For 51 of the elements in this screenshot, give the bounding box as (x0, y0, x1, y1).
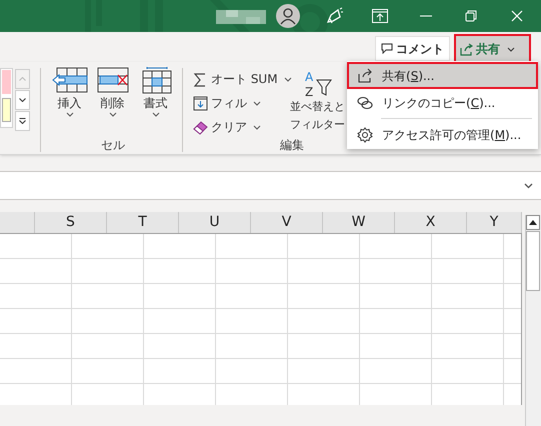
delete-cells-button[interactable]: 削除 (93, 67, 132, 117)
chevron-down-icon (108, 112, 116, 117)
sort-filter-button[interactable]: A Z 並べ替えと フィルター (290, 70, 345, 134)
chevron-down-icon (19, 98, 26, 102)
column-header[interactable]: S (35, 212, 107, 233)
column-header[interactable]: W (323, 212, 395, 233)
sigma-icon (193, 72, 208, 86)
chevron-down-icon (284, 76, 292, 82)
triangle-up-icon (529, 220, 537, 225)
share-icon (460, 42, 473, 56)
comment-button[interactable]: コメント (375, 36, 450, 61)
blurred-name-icon (216, 10, 266, 24)
insert-cells-button[interactable]: 挿入 (50, 67, 89, 117)
gallery-scroll-down-button[interactable] (15, 90, 30, 110)
settings-icon (357, 126, 373, 142)
column-header[interactable]: T (107, 212, 179, 233)
sum-button[interactable]: オート SUM (193, 68, 292, 90)
share-menu-item[interactable]: リンクのコピー(C)... (347, 89, 538, 116)
fill-down-icon (193, 96, 208, 110)
chevron-down-icon (66, 112, 74, 117)
comment-icon (381, 43, 393, 54)
column-header[interactable]: X (395, 212, 467, 233)
clear-button[interactable]: クリア (193, 116, 292, 138)
insert-cells-icon (50, 67, 88, 94)
chevron-down-icon (253, 124, 261, 130)
close-icon[interactable] (509, 8, 525, 24)
chevron-down-icon (152, 112, 160, 117)
share-icon (357, 68, 373, 84)
ribbon-display-icon[interactable] (372, 9, 388, 23)
link-icon (357, 94, 373, 110)
share-menu-item[interactable]: 共有(S)... (347, 62, 538, 89)
share-button[interactable]: 共有 (454, 34, 531, 64)
chevron-down-icon (253, 100, 261, 106)
column-header[interactable]: Y (467, 212, 522, 233)
chevron-up-icon (19, 77, 26, 81)
expand-formula-bar-icon[interactable] (524, 183, 533, 189)
column-header[interactable]: U (179, 212, 251, 233)
group-label: セル (101, 137, 125, 154)
column-header[interactable]: V (251, 212, 323, 233)
more-icon (19, 118, 26, 124)
eraser-icon (193, 120, 208, 134)
restore-icon[interactable] (463, 8, 479, 24)
chevron-down-icon (507, 46, 515, 52)
gallery-more-button[interactable] (15, 111, 30, 131)
megaphone-icon[interactable] (325, 7, 343, 25)
group-label: 編集 (280, 137, 304, 154)
share-menu-item[interactable]: アクセス許可の管理(M)... (347, 121, 538, 148)
avatar-icon[interactable] (276, 4, 300, 28)
format-cells-button[interactable]: 書式 (136, 67, 175, 117)
scroll-thumb[interactable] (526, 231, 540, 291)
scroll-up-button[interactable] (526, 215, 540, 230)
